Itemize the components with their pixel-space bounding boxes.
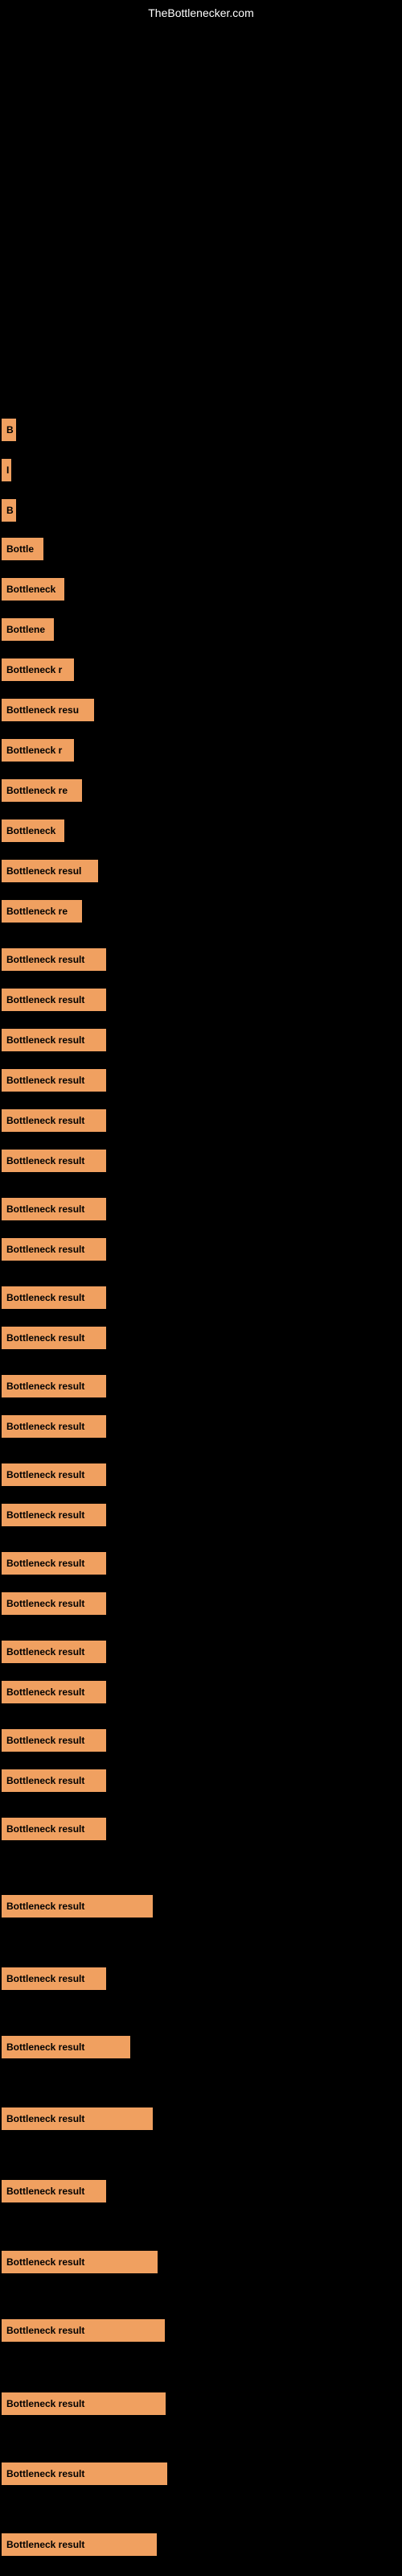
bottleneck-result-bar: Bottleneck result [2, 2180, 106, 2202]
bottleneck-result-bar: B [2, 419, 16, 441]
bottleneck-result-bar: Bottleneck result [2, 1109, 106, 1132]
bottleneck-result-bar: Bottleneck result [2, 1463, 106, 1486]
bottleneck-result-bar: Bottleneck result [2, 2533, 157, 2556]
bottleneck-result-bar: Bottle [2, 538, 43, 560]
bottleneck-result-bar: Bottleneck result [2, 1069, 106, 1092]
bottleneck-result-bar: Bottleneck result [2, 1641, 106, 1663]
bottleneck-result-bar: Bottleneck result [2, 1375, 106, 1397]
bottleneck-result-bar: Bottleneck result [2, 948, 106, 971]
bottleneck-result-bar: Bottleneck resul [2, 860, 98, 882]
bottleneck-result-bar: Bottleneck result [2, 2392, 166, 2415]
bottleneck-result-bar: Bottleneck [2, 819, 64, 842]
bottleneck-result-bar: B [2, 499, 16, 522]
bottleneck-result-bar: Bottleneck result [2, 2251, 158, 2273]
bottleneck-result-bar: Bottleneck result [2, 2036, 130, 2058]
bottleneck-result-bar: Bottleneck result [2, 1895, 153, 1918]
bottleneck-result-bar: Bottleneck result [2, 1967, 106, 1990]
bottleneck-result-bar: Bottleneck r [2, 739, 74, 762]
bottleneck-result-bar: Bottleneck result [2, 2319, 165, 2342]
bottleneck-result-bar: Bottleneck resu [2, 699, 94, 721]
bottleneck-result-bar: Bottlene [2, 618, 54, 641]
bottleneck-result-bar: Bottleneck result [2, 1415, 106, 1438]
bottleneck-result-bar: Bottleneck result [2, 1729, 106, 1752]
bottleneck-result-bar: Bottleneck result [2, 1286, 106, 1309]
bottleneck-result-bar: I [2, 459, 11, 481]
bottleneck-result-bar: Bottleneck result [2, 1592, 106, 1615]
bottleneck-result-bar: Bottleneck result [2, 2462, 167, 2485]
site-title: TheBottlenecker.com [148, 6, 254, 19]
bottleneck-result-bar: Bottleneck result [2, 1198, 106, 1220]
bottleneck-result-bar: Bottleneck r [2, 658, 74, 681]
bottleneck-result-bar: Bottleneck result [2, 1504, 106, 1526]
bottleneck-result-bar: Bottleneck result [2, 1029, 106, 1051]
bottleneck-result-bar: Bottleneck re [2, 900, 82, 923]
bottleneck-result-bar: Bottleneck result [2, 1818, 106, 1840]
bottleneck-result-bar: Bottleneck result [2, 1769, 106, 1792]
bottleneck-result-bar: Bottleneck re [2, 779, 82, 802]
bottleneck-result-bar: Bottleneck [2, 578, 64, 601]
bottleneck-result-bar: Bottleneck result [2, 2107, 153, 2130]
bottleneck-result-bar: Bottleneck result [2, 1238, 106, 1261]
bottleneck-result-bar: Bottleneck result [2, 1552, 106, 1575]
bottleneck-result-bar: Bottleneck result [2, 989, 106, 1011]
bottleneck-result-bar: Bottleneck result [2, 1327, 106, 1349]
bottleneck-result-bar: Bottleneck result [2, 1150, 106, 1172]
bottleneck-result-bar: Bottleneck result [2, 1681, 106, 1703]
